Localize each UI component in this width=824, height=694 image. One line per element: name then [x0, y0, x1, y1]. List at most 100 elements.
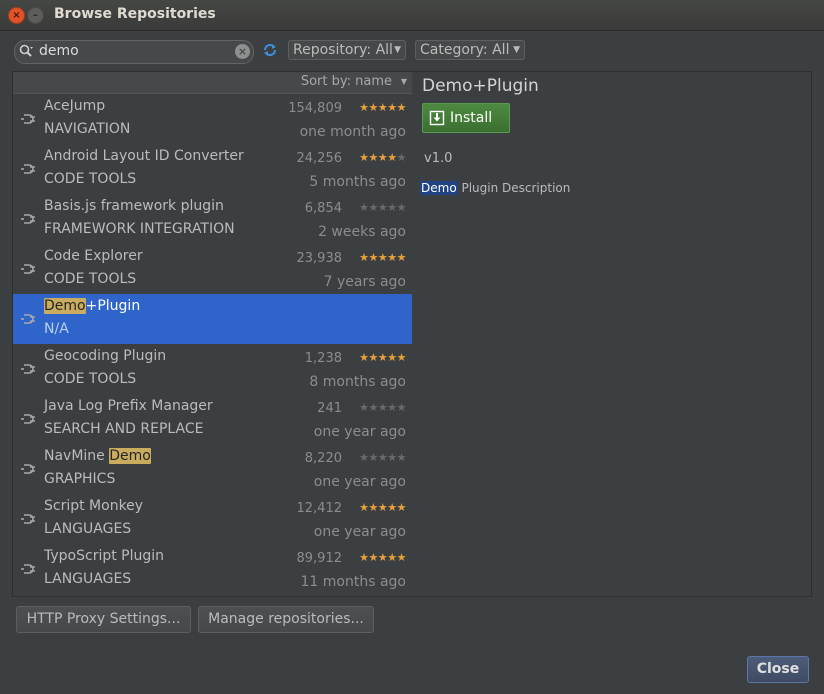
plugin-name: Demo+Plugin: [44, 298, 140, 314]
plugin-list-panel: Sort by: name ▼ AceJump NAVIGATION 154,809…: [12, 71, 413, 597]
search-input[interactable]: demo ×: [14, 40, 254, 64]
plugin-row[interactable]: NavMine Demo GRAPHICS 8,220 ★★★★★ one year a…: [13, 444, 412, 494]
plugin-date: one month ago: [299, 124, 406, 140]
plugin-category: CODE TOOLS: [44, 171, 137, 187]
star-icon: ★: [396, 201, 407, 214]
rating-stars: ★★★★★: [359, 251, 406, 264]
plugin-downloads: 241: [317, 401, 342, 416]
star-icon: ★: [387, 401, 397, 414]
plug-icon: [21, 461, 35, 475]
clear-icon[interactable]: ×: [235, 44, 250, 59]
star-icon: ★: [359, 201, 369, 214]
plugin-date: one year ago: [313, 424, 406, 440]
plugin-row[interactable]: Geocoding Plugin CODE TOOLS 1,238 ★★★★★ 8 mo…: [13, 344, 412, 394]
description-highlight: Demo: [420, 181, 458, 195]
star-icon: ★: [387, 451, 397, 464]
star-icon: ★: [387, 501, 397, 514]
plugin-downloads: 8,220: [304, 451, 342, 466]
plugin-date: 5 months ago: [309, 174, 406, 190]
plug-icon: [21, 511, 35, 525]
rating-stars: ★★★★★: [359, 101, 406, 114]
plugin-category: LANGUAGES: [44, 571, 132, 587]
star-icon: ★: [387, 201, 397, 214]
plugin-category: N/A: [44, 321, 69, 337]
install-label: Install: [450, 110, 493, 126]
plug-icon: [21, 561, 35, 575]
plugin-name: AceJump: [44, 98, 105, 114]
plugin-row[interactable]: TypoScript Plugin LANGUAGES 89,912 ★★★★★ 11 …: [13, 544, 412, 594]
plugin-date: 8 months ago: [309, 374, 406, 390]
star-icon: ★: [377, 501, 388, 514]
manage-repositories-button[interactable]: Manage repositories...: [198, 606, 374, 633]
star-icon: ★: [368, 151, 379, 164]
plugin-name: TypoScript Plugin: [44, 548, 164, 564]
star-icon: ★: [387, 551, 397, 564]
close-icon[interactable]: ×: [8, 7, 25, 24]
star-icon: ★: [368, 501, 379, 514]
sort-header[interactable]: Sort by: name ▼: [13, 72, 412, 94]
plugin-name-text: +Plugin: [85, 298, 141, 314]
star-icon: ★: [387, 351, 397, 364]
plug-icon: [21, 411, 35, 425]
plugin-downloads: 12,412: [296, 501, 343, 516]
star-icon: ★: [368, 101, 379, 114]
refresh-icon[interactable]: [261, 41, 279, 59]
plugin-name: NavMine Demo: [44, 448, 151, 464]
star-icon: ★: [359, 401, 369, 414]
star-icon: ★: [396, 501, 407, 514]
plugin-name: Code Explorer: [44, 248, 143, 264]
http-proxy-settings-button[interactable]: HTTP Proxy Settings...: [16, 606, 191, 633]
star-icon: ★: [377, 551, 388, 564]
close-button[interactable]: Close: [747, 656, 809, 683]
rating-stars: ★★★★★: [359, 351, 406, 364]
plugin-row[interactable]: AceJump NAVIGATION 154,809 ★★★★★ one month a…: [13, 94, 412, 144]
star-icon: ★: [396, 351, 407, 364]
plugin-row[interactable]: Code Explorer CODE TOOLS 23,938 ★★★★★ 7 year…: [13, 244, 412, 294]
star-icon: ★: [359, 151, 369, 164]
minimize-icon[interactable]: –: [27, 7, 44, 24]
plug-icon: [21, 211, 35, 225]
plugin-category: CODE TOOLS: [44, 271, 137, 287]
install-button[interactable]: Install: [422, 103, 510, 133]
plugin-row[interactable]: Android Layout ID Converter CODE TOOLS 24,…: [13, 144, 412, 194]
plugin-downloads: 24,256: [296, 151, 343, 166]
plugin-row[interactable]: Demo+Plugin N/A: [13, 294, 412, 344]
search-value: demo: [39, 43, 79, 59]
star-icon: ★: [368, 551, 379, 564]
category-select[interactable]: Category: All ▼: [415, 40, 525, 60]
search-match-highlight: Demo: [109, 448, 151, 464]
title-bar: × – Browse Repositories: [0, 0, 824, 31]
chevron-down-icon: ▼: [394, 45, 401, 55]
plugin-category: SEARCH AND REPLACE: [44, 421, 204, 437]
star-icon: ★: [396, 251, 407, 264]
plugin-row[interactable]: Java Log Prefix Manager SEARCH AND REPLAC…: [13, 394, 412, 444]
plugin-row[interactable]: Script Monkey LANGUAGES 12,412 ★★★★★ one yea…: [13, 494, 412, 544]
search-icon: [19, 44, 33, 57]
rating-stars: ★★★★★: [359, 451, 406, 464]
plugin-row[interactable]: Basis.js framework plugin FRAMEWORK INTEG…: [13, 194, 412, 244]
star-icon: ★: [377, 101, 388, 114]
plugin-name: Basis.js framework plugin: [44, 198, 224, 214]
plugin-downloads: 6,854: [304, 201, 342, 216]
plugin-date: one year ago: [313, 524, 406, 540]
plugin-downloads: 89,912: [296, 551, 343, 566]
rating-stars: ★★★★★: [359, 201, 406, 214]
plugin-title: Demo+Plugin: [422, 76, 539, 96]
star-icon: ★: [396, 551, 407, 564]
star-icon: ★: [396, 151, 407, 164]
star-icon: ★: [396, 451, 407, 464]
star-icon: ★: [359, 501, 369, 514]
plugin-name: Geocoding Plugin: [44, 348, 166, 364]
plugin-category: LANGUAGES: [44, 521, 132, 537]
star-icon: ★: [377, 151, 388, 164]
star-icon: ★: [368, 451, 379, 464]
plugin-name-text: Geocoding Plugin: [44, 348, 167, 364]
plugin-date: 2 weeks ago: [318, 224, 406, 240]
plugin-downloads: 1,238: [304, 351, 342, 366]
star-icon: ★: [359, 451, 369, 464]
star-icon: ★: [377, 451, 388, 464]
plug-icon: [21, 311, 35, 325]
star-icon: ★: [377, 401, 388, 414]
plug-icon: [21, 161, 35, 175]
repository-select[interactable]: Repository: All ▼: [288, 40, 406, 60]
